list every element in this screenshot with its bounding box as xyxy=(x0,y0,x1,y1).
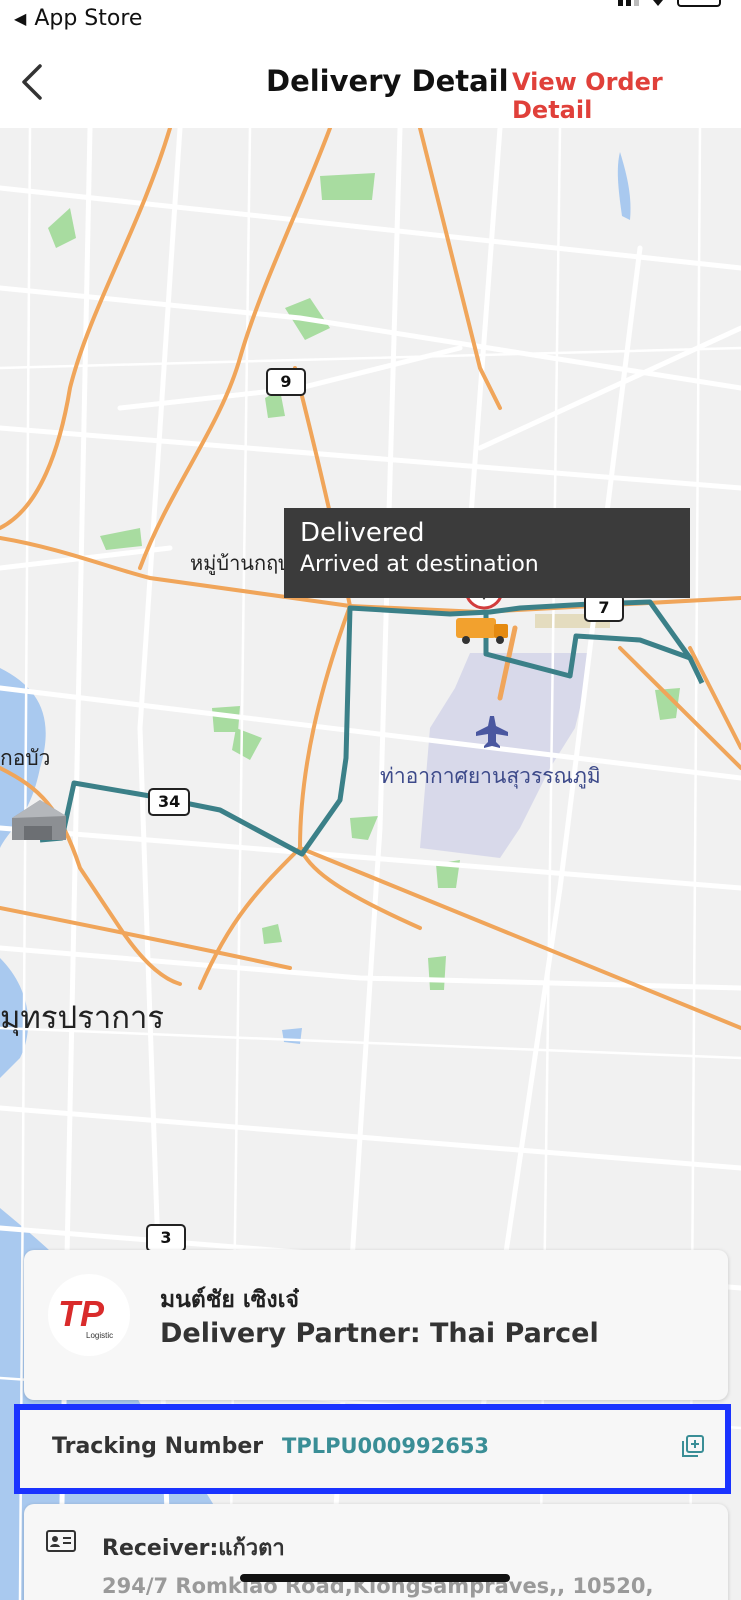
wifi-icon xyxy=(653,0,663,6)
view-order-detail-link[interactable]: View Order Detail xyxy=(512,68,741,124)
tracking-number-row[interactable]: Tracking Number TPLPU000992653 xyxy=(14,1404,731,1494)
partner-contact-name: มนต์ชัย เซิงเจ๋ xyxy=(160,1287,299,1313)
tooltip-detail: Arrived at destination xyxy=(300,552,539,577)
back-to-app-store[interactable]: ◀ App Store xyxy=(14,6,142,31)
route-shield: 34 xyxy=(148,788,191,816)
district-label: กอบัว xyxy=(0,746,51,770)
home-indicator[interactable] xyxy=(240,1574,510,1582)
delivery-partner-label: Delivery Partner: Thai Parcel xyxy=(160,1318,599,1349)
receiver-card: Receiver:แก้วตา 294/7 Romklao Road,Klong… xyxy=(24,1504,728,1600)
id-card-glyph xyxy=(46,1530,76,1552)
svg-text:Logistic: Logistic xyxy=(86,1331,113,1340)
delivery-status-tooltip: Delivered Arrived at destination xyxy=(284,508,690,598)
city-label: มุทรปราการ xyxy=(0,1000,165,1036)
route-shield: 3 xyxy=(146,1224,186,1252)
thai-parcel-logo-icon: TP Logistic xyxy=(58,1293,113,1340)
cellular-signal-icon xyxy=(618,0,639,6)
copy-glyph xyxy=(682,1435,704,1457)
route-shield: 9 xyxy=(266,368,306,396)
tooltip-status: Delivered xyxy=(300,518,425,548)
status-bar: ◀ App Store xyxy=(0,0,741,40)
tracking-number-value[interactable]: TPLPU000992653 xyxy=(282,1434,489,1458)
route-shield: 7 xyxy=(584,594,624,622)
delivery-partner-card: TP Logistic มนต์ชัย เซิงเจ๋ Delivery Par… xyxy=(24,1250,728,1400)
copy-icon[interactable] xyxy=(679,1432,707,1460)
status-icons xyxy=(618,0,721,7)
back-triangle-icon: ◀ xyxy=(14,9,27,28)
battery-icon xyxy=(677,0,721,7)
id-card-icon xyxy=(46,1530,76,1552)
svg-text:TP: TP xyxy=(58,1293,105,1334)
tracking-number-label: Tracking Number xyxy=(52,1434,264,1459)
partner-logo: TP Logistic xyxy=(48,1274,130,1356)
back-button[interactable] xyxy=(16,60,52,104)
back-app-label: App Store xyxy=(34,6,143,31)
nav-bar: Delivery Detail View Order Detail xyxy=(0,40,741,128)
page-title: Delivery Detail xyxy=(266,64,509,98)
receiver-name: Receiver:แก้วตา xyxy=(102,1536,285,1561)
airport-label: ท่าอากาศยานสุวรรณภูมิ xyxy=(380,764,601,788)
chevron-left-icon xyxy=(22,64,42,100)
